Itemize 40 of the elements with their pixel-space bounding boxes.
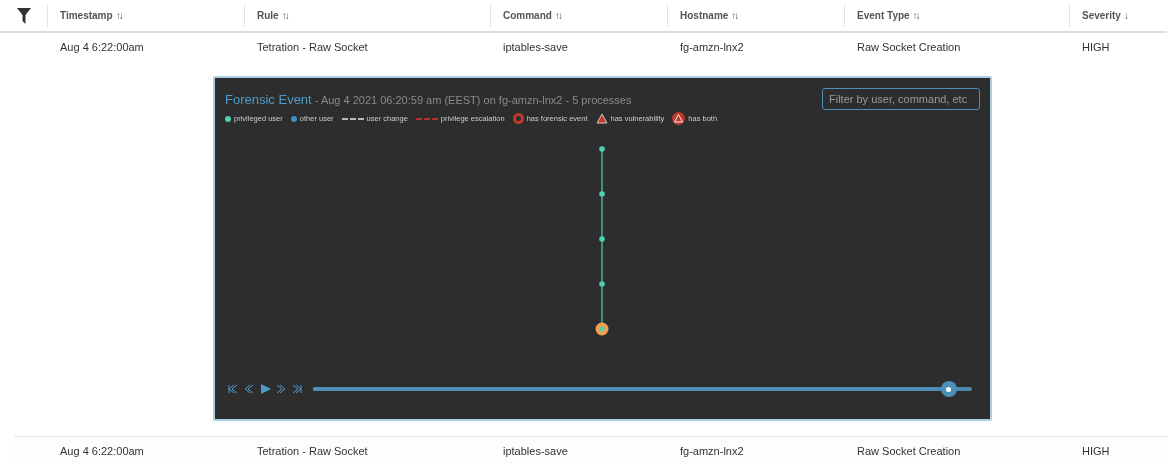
table-cell: Tetration - Raw Socket	[257, 444, 368, 457]
table-cell: Raw Socket Creation	[857, 41, 961, 54]
column-header[interactable]: Event Type	[857, 8, 910, 23]
column-header[interactable]: Timestamp	[60, 8, 113, 23]
table-cell: Aug 4 6:22:00am	[60, 444, 144, 457]
filter-field[interactable]: Filter by user, command, etc	[822, 88, 980, 110]
column-header[interactable]: Severity	[1082, 8, 1121, 23]
panel-subtitle: - Aug 4 2021 06:20:59 am (EEST) on fg-amzn-lnx2 - 5 processes	[314, 94, 632, 106]
panel-title: Forensic Event	[225, 92, 312, 107]
sort-icon[interactable]: ↑↓	[731, 8, 738, 23]
process-node[interactable]	[599, 236, 605, 242]
table-cell: HIGH	[1082, 41, 1110, 54]
process-node[interactable]	[599, 281, 605, 287]
skip-back-icon[interactable]	[227, 384, 239, 394]
column-header[interactable]: Command	[503, 8, 552, 23]
table-cell: fg-amzn-lnx2	[680, 444, 744, 457]
process-node[interactable]	[599, 146, 605, 152]
column-header[interactable]: Rule	[257, 8, 279, 23]
play-icon[interactable]	[259, 384, 271, 394]
rewind-icon[interactable]	[243, 384, 255, 394]
table-cell: Tetration - Raw Socket	[257, 41, 368, 54]
sort-icon[interactable]: ↑↓	[912, 8, 919, 23]
sort-icon[interactable]: ↑↓	[281, 8, 288, 23]
fast-forward-icon[interactable]	[275, 384, 287, 394]
filter-icon[interactable]	[16, 7, 31, 24]
process-node[interactable]	[595, 322, 609, 336]
sort-icon[interactable]: ↓	[1123, 8, 1127, 23]
column-header[interactable]: Hostname	[680, 8, 729, 23]
sort-icon[interactable]: ↑↓	[115, 8, 122, 23]
table-cell: Aug 4 6:22:00am	[60, 41, 144, 54]
table-cell: iptables-save	[503, 41, 568, 54]
timeline-slider[interactable]	[313, 381, 972, 397]
table-cell: iptables-save	[503, 444, 568, 457]
skip-forward-icon[interactable]	[291, 384, 303, 394]
table-cell: fg-amzn-lnx2	[680, 41, 744, 54]
sort-icon[interactable]: ↑↓	[554, 8, 561, 23]
table-cell: HIGH	[1082, 444, 1110, 457]
slider-thumb[interactable]	[940, 381, 957, 397]
table-cell: Raw Socket Creation	[857, 444, 961, 457]
process-node[interactable]	[599, 191, 605, 197]
